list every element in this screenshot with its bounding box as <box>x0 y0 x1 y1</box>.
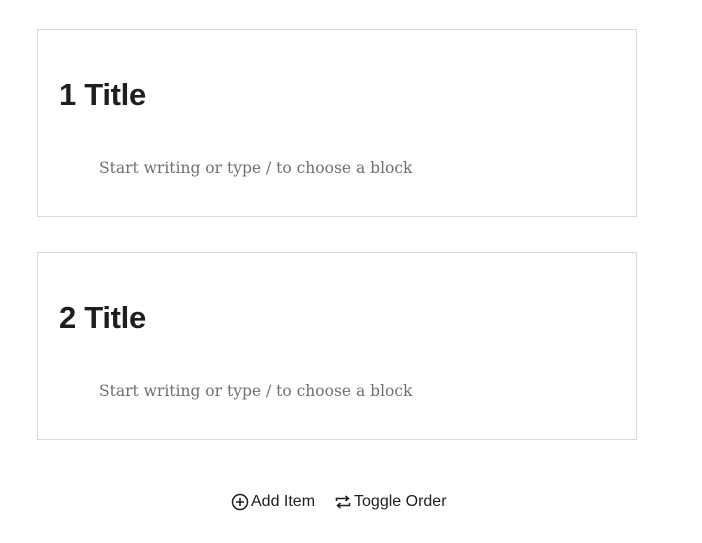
toggle-order-label: Toggle Order <box>354 493 447 510</box>
block-placeholder[interactable]: Start writing or type / to choose a bloc… <box>99 158 412 178</box>
repeat-icon <box>333 492 353 512</box>
item-title[interactable]: 2 Title <box>59 300 146 336</box>
toggle-order-button[interactable]: Toggle Order <box>333 492 447 512</box>
block-placeholder[interactable]: Start writing or type / to choose a bloc… <box>99 381 412 401</box>
repeater-item[interactable]: 2 Title Start writing or type / to choos… <box>37 252 637 440</box>
repeater-actions: Add Item Toggle Order <box>230 491 447 513</box>
repeater-item[interactable]: 1 Title Start writing or type / to choos… <box>37 29 637 217</box>
add-item-button[interactable]: Add Item <box>230 492 315 512</box>
item-title[interactable]: 1 Title <box>59 77 146 113</box>
add-item-label: Add Item <box>251 493 316 510</box>
plus-circle-icon <box>230 492 250 512</box>
